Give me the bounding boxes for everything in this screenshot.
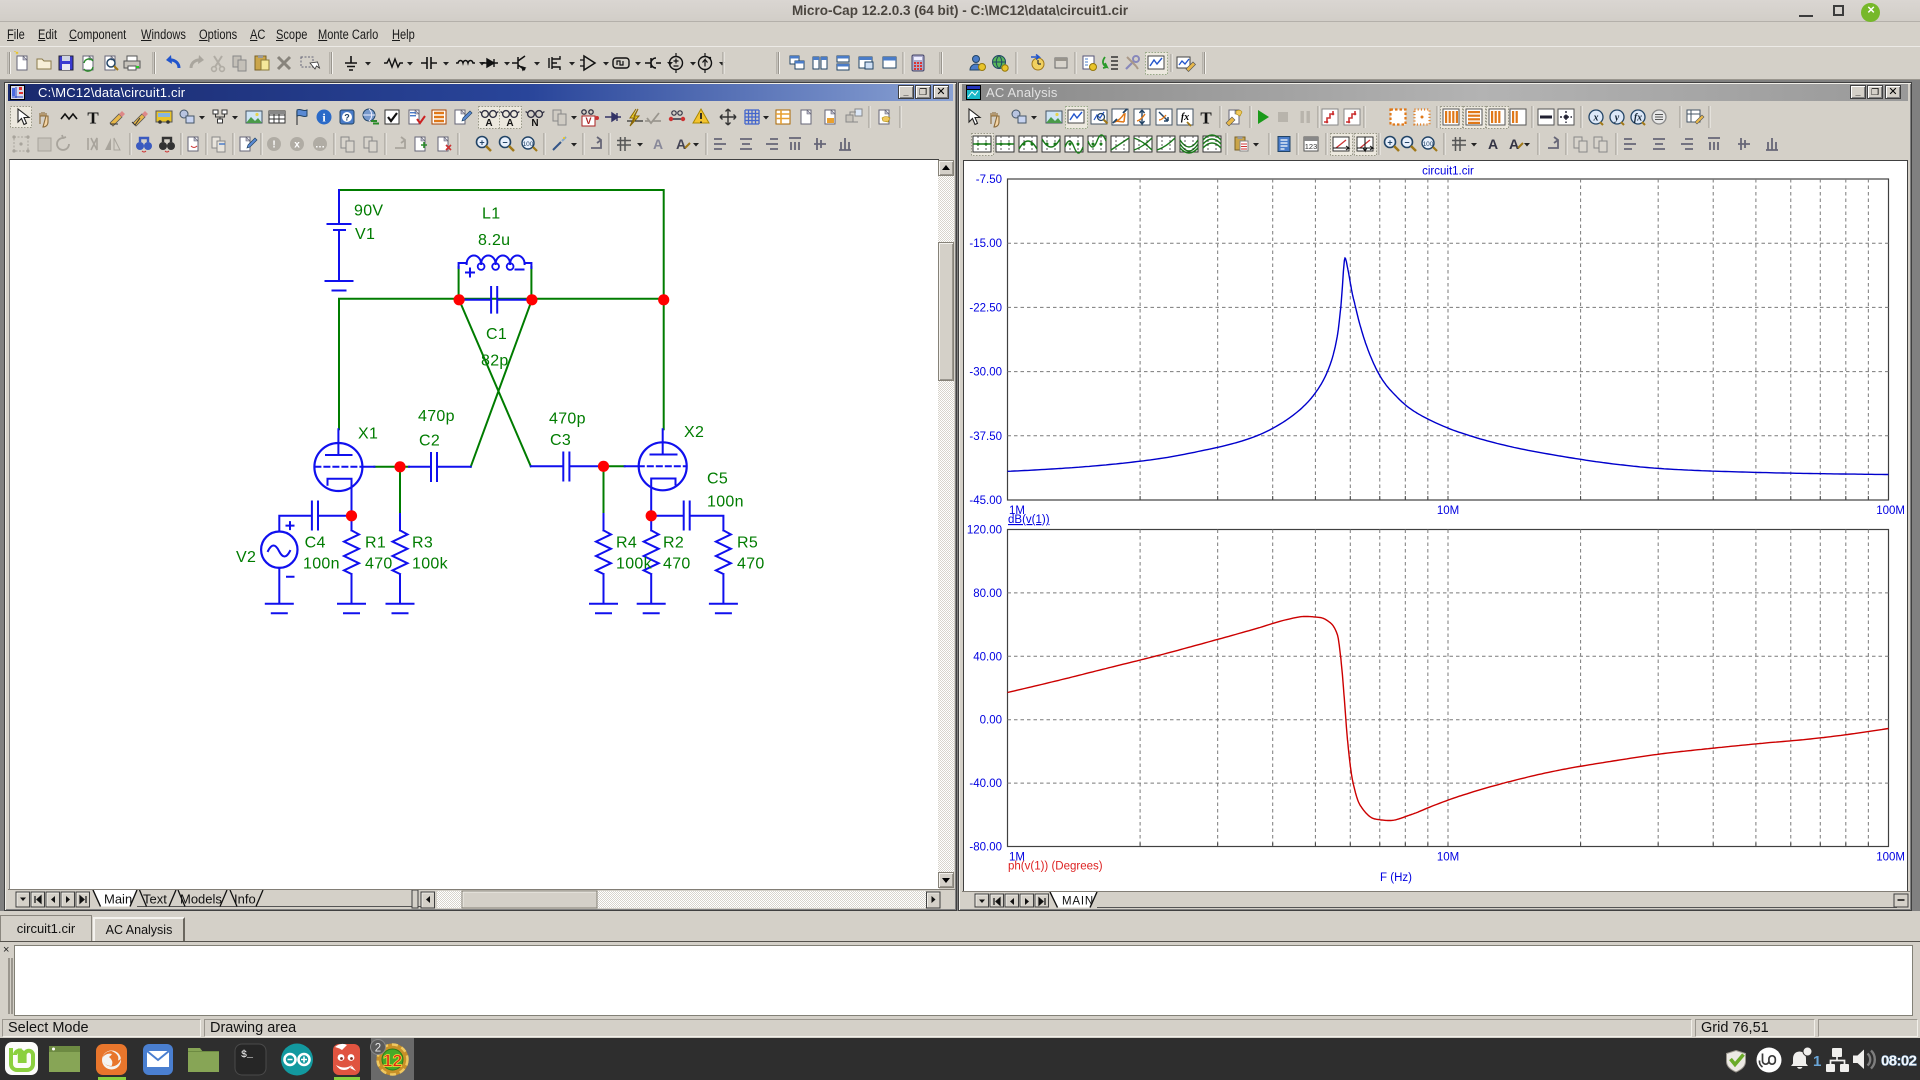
svg-text:-22.50: -22.50 bbox=[969, 302, 1002, 314]
svg-text:R2: R2 bbox=[663, 535, 684, 552]
svg-text:100M: 100M bbox=[1876, 852, 1905, 864]
svg-text:470: 470 bbox=[737, 556, 765, 573]
svg-text:08:02: 08:02 bbox=[1881, 1053, 1917, 1070]
svg-text:10M: 10M bbox=[1437, 505, 1459, 517]
svg-text:V1: V1 bbox=[355, 226, 375, 243]
svg-text:x: x bbox=[294, 140, 300, 151]
svg-text:T: T bbox=[1200, 109, 1212, 128]
svg-text:100k: 100k bbox=[616, 556, 653, 573]
svg-text:2: 2 bbox=[375, 1043, 381, 1055]
svg-text:Text: Text bbox=[143, 892, 167, 907]
svg-text:120.00: 120.00 bbox=[967, 525, 1002, 537]
svg-text:-80.00: -80.00 bbox=[969, 842, 1002, 854]
svg-text:100n: 100n bbox=[303, 556, 340, 573]
svg-text:X1: X1 bbox=[358, 426, 378, 443]
svg-text:-45.00: -45.00 bbox=[969, 495, 1002, 507]
svg-text:F (Hz): F (Hz) bbox=[1380, 872, 1412, 884]
svg-text:A: A bbox=[485, 118, 492, 129]
svg-text:-7.50: -7.50 bbox=[976, 174, 1002, 186]
svg-text:A: A bbox=[1509, 136, 1519, 152]
svg-text:100: 100 bbox=[523, 141, 534, 148]
svg-text:L1: L1 bbox=[482, 206, 500, 223]
svg-text:8.2u: 8.2u bbox=[478, 232, 510, 249]
svg-text:470p: 470p bbox=[418, 408, 455, 425]
svg-text:V2: V2 bbox=[236, 549, 256, 566]
svg-text:+: + bbox=[1387, 138, 1392, 148]
svg-text:R3: R3 bbox=[412, 535, 433, 552]
svg-text:100M: 100M bbox=[1876, 505, 1905, 517]
svg-text:ph(v(1)) (Degrees): ph(v(1)) (Degrees) bbox=[1008, 861, 1103, 873]
svg-text:R1: R1 bbox=[365, 535, 386, 552]
svg-text:A: A bbox=[653, 136, 663, 152]
svg-text:$_: $_ bbox=[241, 1049, 254, 1061]
svg-text:V: V bbox=[585, 116, 591, 126]
svg-text:!: ! bbox=[272, 140, 275, 151]
svg-text:Info: Info bbox=[234, 892, 256, 907]
svg-text:-37.50: -37.50 bbox=[969, 431, 1002, 443]
svg-text:470: 470 bbox=[663, 556, 691, 573]
svg-text:Main: Main bbox=[104, 892, 132, 907]
svg-text:N: N bbox=[531, 118, 538, 129]
svg-text:−: − bbox=[502, 138, 507, 148]
svg-text:Models: Models bbox=[180, 892, 222, 907]
svg-text:fx: fx bbox=[1634, 113, 1642, 124]
svg-text:A: A bbox=[676, 136, 686, 152]
svg-text:0.00: 0.00 bbox=[980, 715, 1002, 727]
svg-text:C1: C1 bbox=[486, 326, 507, 343]
svg-text:80.00: 80.00 bbox=[973, 588, 1002, 600]
svg-text:C2: C2 bbox=[419, 433, 440, 450]
svg-text:circuit1.cir: circuit1.cir bbox=[1422, 166, 1474, 178]
svg-text:100: 100 bbox=[1423, 141, 1434, 148]
svg-text:-15.00: -15.00 bbox=[969, 238, 1002, 250]
svg-text:…: … bbox=[315, 140, 325, 151]
svg-text:x: x bbox=[1593, 113, 1599, 124]
svg-text:A: A bbox=[1488, 136, 1498, 152]
svg-text:C3: C3 bbox=[550, 432, 571, 449]
svg-text:12: 12 bbox=[383, 1051, 403, 1071]
svg-text:100k: 100k bbox=[412, 556, 449, 573]
svg-text:C4: C4 bbox=[305, 535, 326, 552]
svg-text:R5: R5 bbox=[737, 535, 758, 552]
svg-text:1: 1 bbox=[1813, 1053, 1821, 1070]
svg-text:dB(v(1)): dB(v(1)) bbox=[1008, 514, 1050, 526]
svg-text:?: ? bbox=[344, 113, 350, 123]
svg-text:R4: R4 bbox=[616, 535, 637, 552]
svg-text:fx: fx bbox=[1181, 112, 1189, 123]
svg-text:-30.00: -30.00 bbox=[969, 367, 1002, 379]
svg-text:C5: C5 bbox=[707, 471, 728, 488]
svg-text:100n: 100n bbox=[707, 494, 744, 511]
svg-text:90V: 90V bbox=[354, 203, 383, 220]
svg-text:470p: 470p bbox=[549, 411, 586, 428]
svg-text:82p: 82p bbox=[481, 353, 509, 370]
svg-text:123: 123 bbox=[1305, 142, 1318, 151]
svg-text:10M: 10M bbox=[1437, 852, 1459, 864]
svg-text:-40.00: -40.00 bbox=[969, 778, 1002, 790]
svg-text:X2: X2 bbox=[684, 424, 704, 441]
svg-text:A: A bbox=[506, 118, 513, 129]
svg-text:40.00: 40.00 bbox=[973, 651, 1002, 663]
svg-text:T: T bbox=[87, 109, 99, 128]
svg-text:−: − bbox=[1404, 138, 1409, 148]
svg-text:+: + bbox=[479, 138, 484, 148]
svg-text:y: y bbox=[1614, 113, 1620, 124]
svg-text:MAIN: MAIN bbox=[1062, 896, 1094, 908]
svg-text:470: 470 bbox=[365, 556, 393, 573]
